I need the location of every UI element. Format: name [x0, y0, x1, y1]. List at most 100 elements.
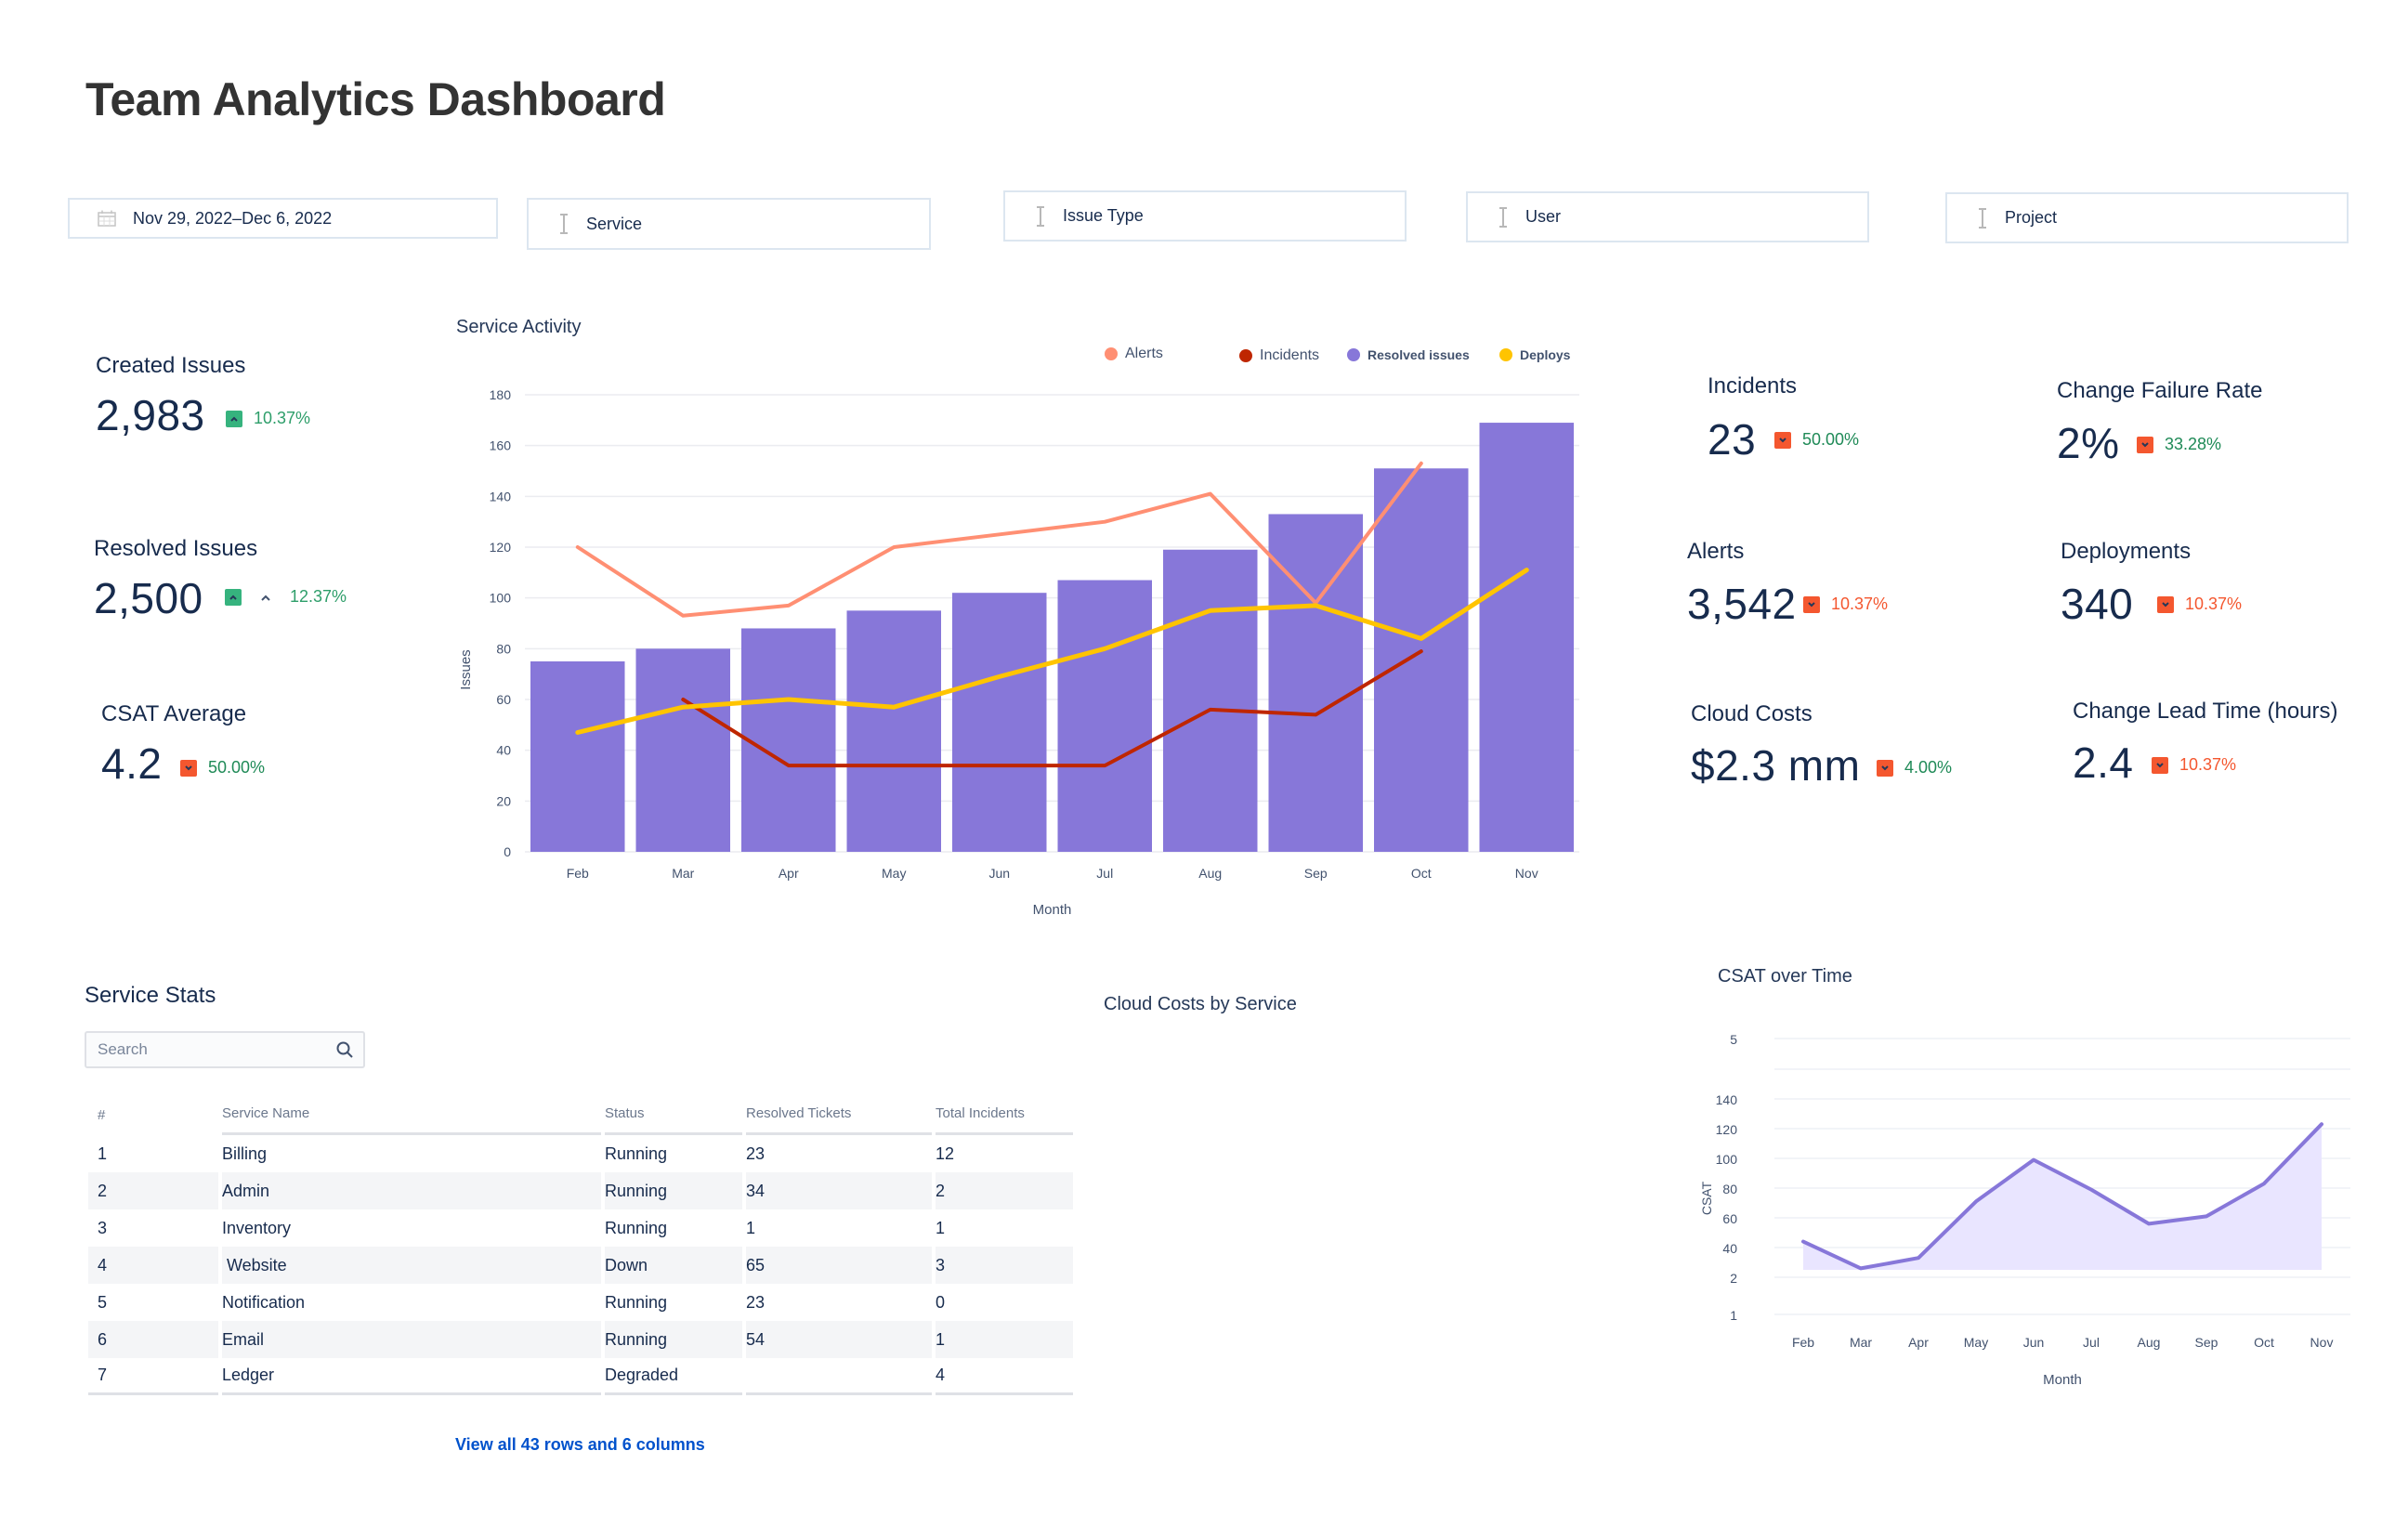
user-filter[interactable]: User: [1466, 191, 1869, 242]
x-tick-label: Nov: [1515, 866, 1538, 881]
bar-resolved-issues: [952, 593, 1047, 852]
table-header-row: # Service Name Status Resolved Tickets T…: [88, 1096, 1073, 1135]
kpi-value: 2,983: [96, 391, 205, 439]
text-cursor-icon: [1973, 207, 1992, 229]
cell-service-name: Inventory: [222, 1218, 292, 1237]
trend-down-icon: [1803, 595, 1820, 613]
cell-resolved-tickets: 23: [746, 1292, 766, 1312]
y-tick-label: 60: [496, 692, 511, 707]
x-tick-label: Sep: [2195, 1335, 2218, 1350]
legend-item-deploys[interactable]: Deploys: [1499, 347, 1570, 362]
chart-title: CSAT over Time: [1718, 966, 1852, 987]
trend-down-icon: [180, 759, 197, 777]
table-row[interactable]: 4 Website Down 65 3: [88, 1247, 1073, 1284]
x-tick-label: Oct: [2254, 1335, 2274, 1350]
kpi-delta: 10.37%: [226, 409, 310, 428]
bar-resolved-issues: [1374, 468, 1469, 852]
x-tick-label: Jun: [988, 866, 1010, 881]
kpi-delta: 10.37%: [2157, 595, 2242, 614]
project-filter[interactable]: Project: [1945, 192, 2349, 243]
kpi-label: CSAT Average: [101, 701, 247, 726]
kpi-label: Cloud Costs: [1691, 701, 1813, 726]
cloud-costs-chart-area: [1104, 1031, 1661, 1449]
kpi-delta-value: 50.00%: [1802, 430, 1860, 449]
y-tick-label: 160: [490, 438, 512, 453]
legend-dot: [1239, 349, 1252, 362]
legend-label: Resolved issues: [1368, 347, 1470, 362]
y-tick-label: 140: [490, 489, 512, 503]
bar-resolved-issues: [1057, 580, 1152, 852]
y-axis-title: Issues: [458, 649, 474, 689]
trend-up-icon: [226, 410, 242, 427]
trend-down-icon: [1877, 759, 1893, 777]
legend-item-alerts[interactable]: Alerts: [1105, 346, 1163, 362]
kpi-value: 340: [2061, 580, 2134, 628]
table-row[interactable]: 6 Email Running 54 1: [88, 1321, 1073, 1358]
search-icon[interactable]: [335, 1040, 354, 1059]
cell-total-incidents: 4: [936, 1358, 1073, 1395]
x-axis-title: Month: [1033, 902, 1072, 918]
trend-down-icon: [2137, 436, 2153, 453]
cell-resolved-tickets: 34: [746, 1172, 932, 1209]
kpi-label: Deployments: [2061, 539, 2192, 564]
table-row[interactable]: 3 Inventory Running 1 1: [88, 1209, 1073, 1247]
column-header-status[interactable]: Status: [605, 1096, 742, 1135]
search-box[interactable]: [85, 1031, 365, 1068]
kpi-delta: 4.00%: [1877, 758, 1952, 778]
kpi-delta: 50.00%: [1774, 430, 1859, 450]
caret-up-icon: [260, 593, 271, 602]
service-filter[interactable]: Service: [527, 198, 931, 250]
search-input[interactable]: [96, 1039, 335, 1060]
csat-over-time-chart: 1 2 40 60 80 100 120 140 5 Feb Mar Apr May Jun Jul Aug S…: [1699, 1032, 2350, 1388]
kpi-delta: 10.37%: [1803, 595, 1888, 614]
column-header-service-name[interactable]: Service Name: [222, 1096, 601, 1135]
table-row[interactable]: 2 Admin Running 34 2: [88, 1172, 1073, 1209]
y-tick-label: 0: [504, 844, 511, 859]
text-cursor-icon: [555, 214, 573, 234]
table-row[interactable]: 5 Notification Running 23 0: [88, 1284, 1073, 1321]
trend-down-icon: [2157, 595, 2174, 613]
legend-label: Incidents: [1260, 347, 1320, 363]
date-range-filter[interactable]: Nov 29, 2022–Dec 6, 2022: [68, 198, 498, 239]
kpi-label: Alerts: [1687, 539, 1745, 564]
column-header-total-incidents[interactable]: Total Incidents: [936, 1096, 1073, 1135]
cell-status: Running: [605, 1218, 668, 1237]
service-filter-label: Service: [586, 214, 643, 233]
cell-service-name: Notification: [222, 1292, 306, 1312]
kpi-value: 3,542: [1687, 580, 1797, 628]
page-title: Team Analytics Dashboard: [85, 73, 666, 125]
kpi-label: Change Failure Rate: [2057, 378, 2263, 403]
cell-resolved-tickets: 54: [746, 1321, 932, 1358]
kpi-label: Change Lead Time (hours): [2073, 699, 2338, 724]
view-all-link[interactable]: View all 43 rows and 6 columns: [455, 1435, 705, 1455]
kpi-delta-value: 33.28%: [2165, 435, 2222, 453]
kpi-delta: 33.28%: [2137, 435, 2221, 454]
cell-number: 6: [88, 1321, 218, 1358]
text-cursor-icon: [1494, 206, 1512, 228]
kpi-delta-value: 12.37%: [290, 587, 347, 606]
x-tick-label: Feb: [567, 866, 589, 881]
calendar-icon: [98, 209, 116, 228]
kpi-delta: 50.00%: [180, 758, 265, 778]
column-header-resolved-tickets[interactable]: Resolved Tickets: [746, 1096, 932, 1135]
kpi-value: $2.3 mm: [1691, 741, 1861, 790]
y-tick-label: 20: [496, 793, 511, 808]
table-row[interactable]: 1 Billing Running 23 12: [88, 1135, 1073, 1172]
kpi-value: 4.2: [101, 739, 163, 788]
legend-item-resolved-issues[interactable]: Resolved issues: [1347, 347, 1470, 362]
y-tick-label: 120: [490, 540, 512, 555]
issue-type-filter[interactable]: Issue Type: [1003, 190, 1407, 242]
kpi-delta: 12.37%: [225, 587, 347, 607]
y-tick-label: 2: [1730, 1271, 1737, 1286]
kpi-delta-value: 10.37%: [1831, 595, 1889, 613]
column-header-number[interactable]: #: [88, 1096, 218, 1135]
kpi-label: Created Issues: [96, 353, 246, 378]
table-row[interactable]: 7 Ledger Degraded 4: [88, 1358, 1073, 1395]
kpi-label: Resolved Issues: [94, 536, 258, 561]
cell-resolved-tickets: 65: [746, 1247, 932, 1284]
legend-item-incidents[interactable]: Incidents: [1239, 347, 1319, 364]
cell-number: 3: [98, 1218, 108, 1237]
bar-resolved-issues: [846, 610, 941, 852]
bar-resolved-issues: [741, 628, 836, 852]
cell-total-incidents: 2: [936, 1172, 1073, 1209]
